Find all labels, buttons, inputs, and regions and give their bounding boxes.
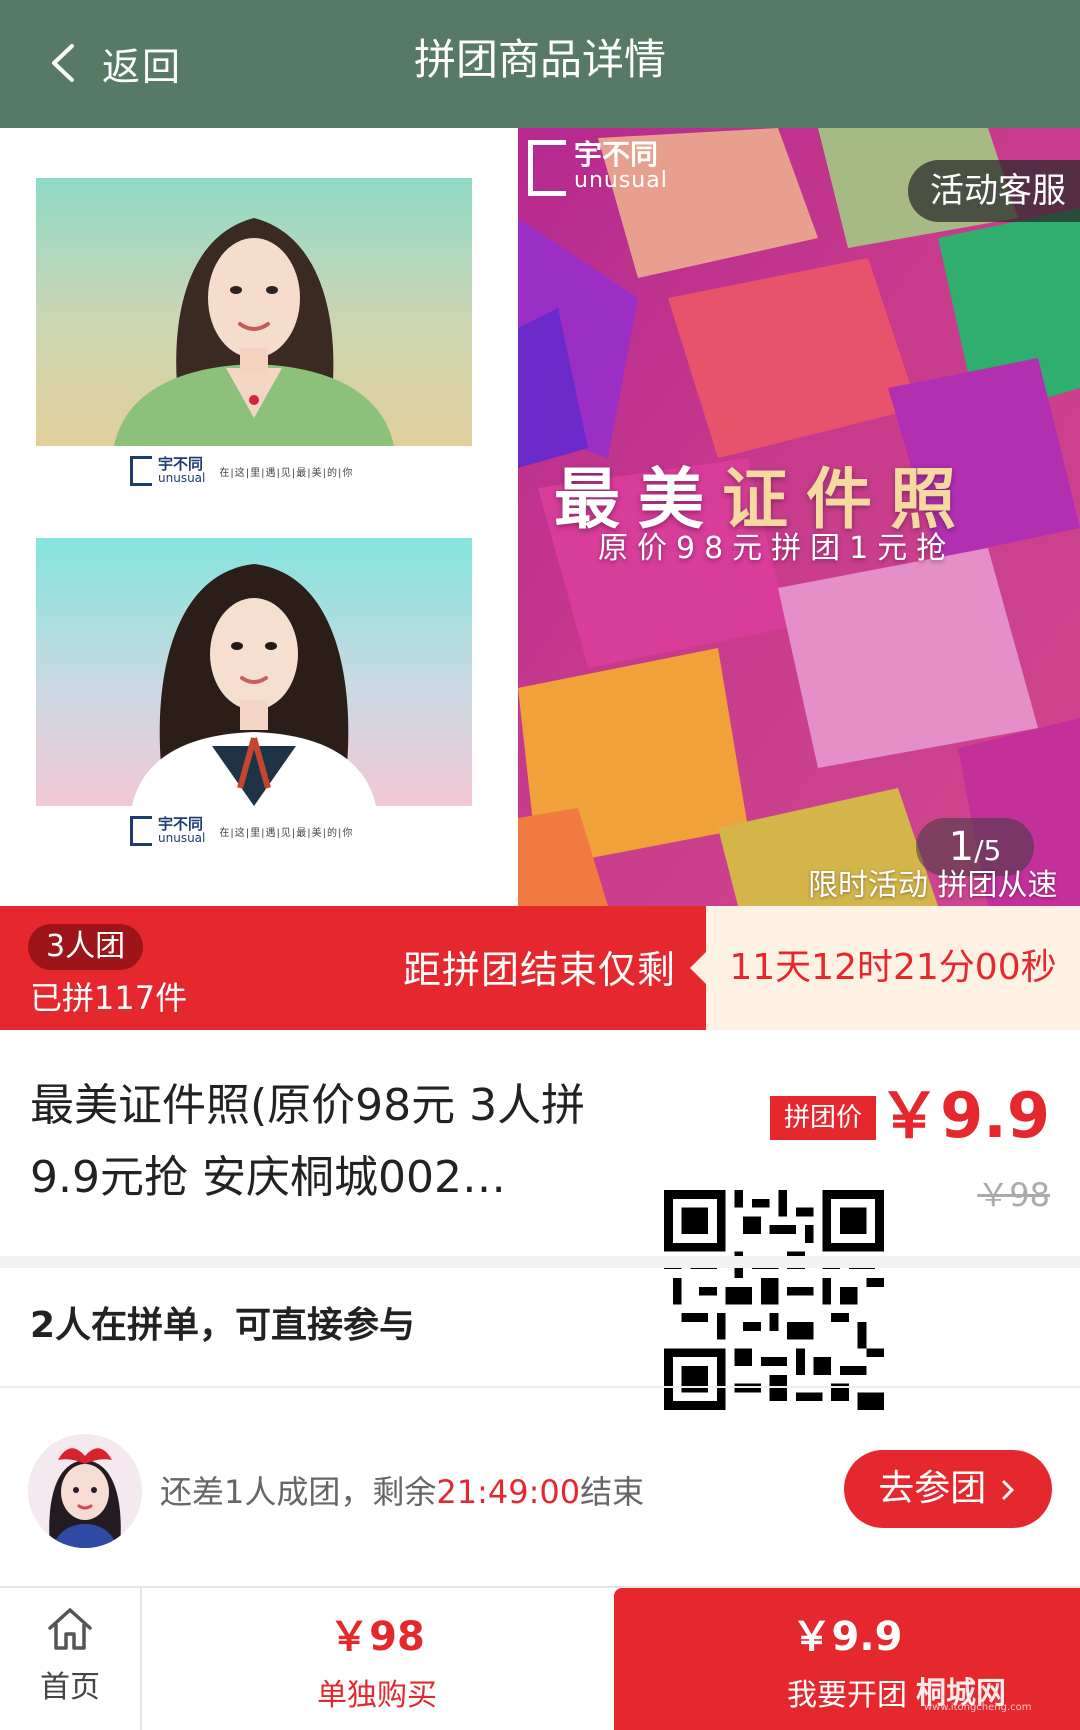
group-status-text: 还差1人成团，剩余21:49:00结束 [160, 1468, 644, 1516]
brand-logo: 宇不同 unusual 在|这|里|遇|见|最|美|的|你 [130, 456, 353, 486]
status-suffix: 结束 [580, 1473, 645, 1511]
qr-code-icon [664, 1190, 884, 1410]
watermark-url: www.itongcheng.com [924, 1702, 1032, 1713]
chevron-right-icon [1002, 1480, 1014, 1500]
countdown-label: 距拼团结束仅剩 [402, 948, 676, 992]
buy-alone-button[interactable]: ￥98 单独购买 [142, 1588, 612, 1730]
sample-photo-woman [36, 178, 472, 446]
home-label: 首页 [40, 1670, 100, 1705]
banner-caption: 限时活动 拼团从速 [808, 868, 1058, 903]
top-navigation-bar: 返回 拼团商品详情 [0, 0, 1080, 128]
sold-count: 已拼117件 [30, 979, 188, 1017]
product-title: 最美证件照(原价98元 3人拼9.9元抢 安庆桐城002… [30, 1080, 586, 1203]
row-divider [0, 1386, 1080, 1388]
group-buy-bar: 3人团 已拼117件 距拼团结束仅剩 11天12时21分00秒 [0, 906, 1080, 1030]
remaining-time: 21:49:00 [436, 1473, 581, 1511]
product-image-carousel[interactable]: 宇不同 unusual 在|这|里|遇|见|最|美|的|你 宇不同 unusua… [0, 128, 1080, 906]
join-group-button[interactable]: 去参团 [844, 1450, 1052, 1528]
group-price: ￥9.9 [878, 1079, 1050, 1152]
promo-subtitle: 原价98元拼团1元抢 [598, 531, 956, 566]
status-prefix: 还差1人成团，剩余 [160, 1473, 437, 1511]
sample-photo-girl [36, 538, 472, 806]
avatar [28, 1434, 142, 1548]
sample-photos-panel: 宇不同 unusual 在|这|里|遇|见|最|美|的|你 宇不同 unusua… [0, 128, 518, 906]
single-price: ￥98 [329, 1614, 425, 1660]
joining-groups-title: 2人在拼单，可直接参与 [30, 1305, 416, 1346]
single-buy-label: 单独购买 [317, 1678, 437, 1713]
home-icon [48, 1608, 92, 1650]
open-group-price: ￥9.9 [791, 1614, 903, 1660]
brand-slogan: 在|这|里|遇|见|最|美|的|你 [219, 827, 354, 839]
brand-logo: 宇不同 unusual 在|这|里|遇|见|最|美|的|你 [130, 816, 353, 846]
group-price-tag: 拼团价 [770, 1096, 877, 1140]
promo-poster: 宇不同 unusual 最美证件照 原价98元拼团1元抢 1/5 限时活动 拼团… [518, 128, 1080, 906]
section-divider [0, 1256, 1080, 1268]
countdown-timer: 11天12时21分00秒 [690, 906, 1080, 1030]
team-size-badge: 3人团 [28, 924, 144, 970]
site-watermark: 桐城网 www.itongcheng.com [916, 1668, 1032, 1713]
home-tab[interactable]: 首页 [0, 1588, 142, 1730]
original-price: ￥98 [977, 1176, 1050, 1214]
join-group-label: 去参团 [878, 1468, 987, 1509]
brand-logo: 宇不同 unusual [528, 140, 668, 196]
page-title: 拼团商品详情 [413, 35, 666, 84]
brand-slogan: 在|这|里|遇|见|最|美|的|你 [219, 467, 354, 479]
customer-service-button[interactable]: 活动客服 [908, 160, 1080, 222]
